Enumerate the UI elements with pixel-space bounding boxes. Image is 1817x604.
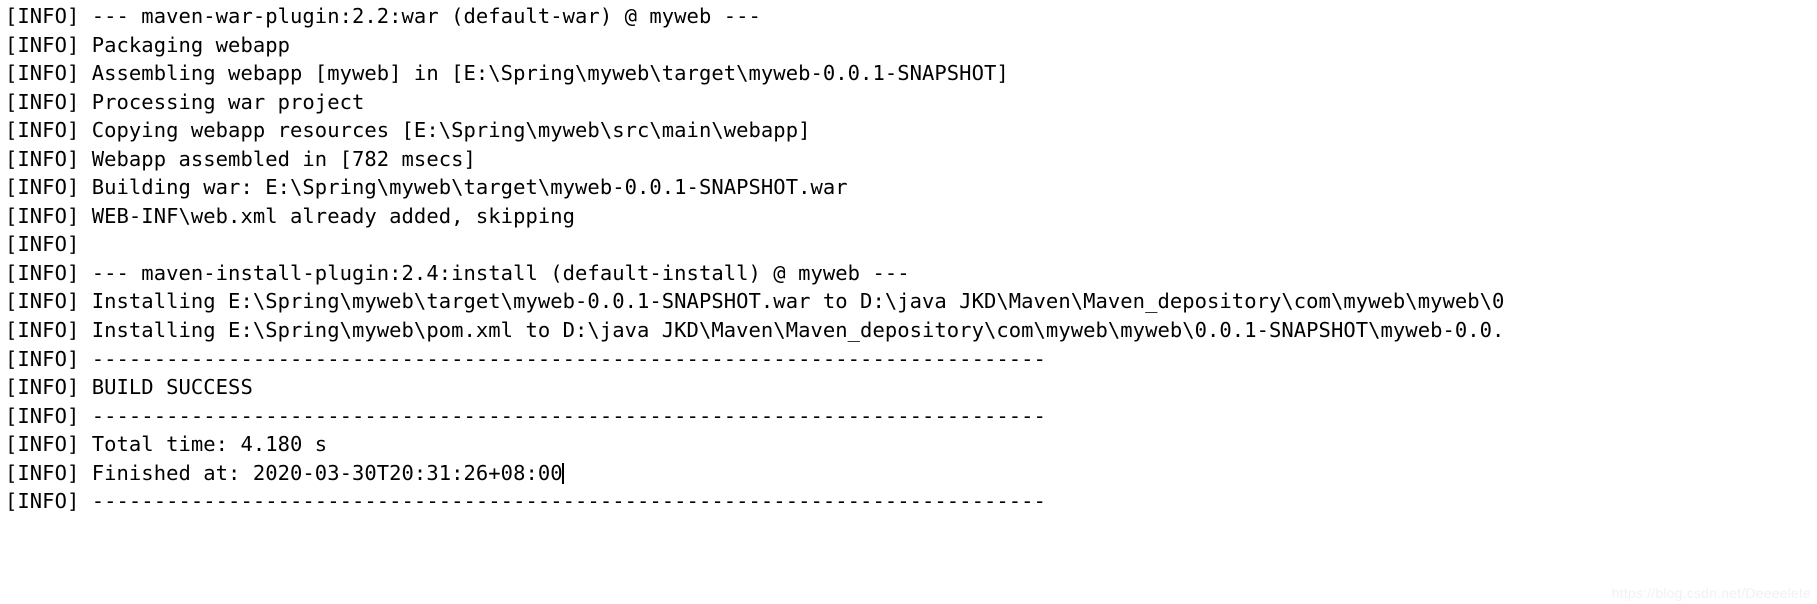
text-cursor-caret	[561, 462, 564, 484]
log-line: [INFO] --- maven-install-plugin:2.4:inst…	[5, 260, 910, 285]
log-line: [INFO] Copying webapp resources [E:\Spri…	[5, 118, 811, 143]
log-line: [INFO] WEB-INF\web.xml already added, sk…	[5, 203, 576, 228]
log-line: [INFO] ---------------------------------…	[5, 346, 1046, 371]
log-line: [INFO] ---------------------------------…	[5, 403, 1046, 428]
log-line: [INFO] Finished at: 2020-03-30T20:31:26+…	[0, 459, 1817, 488]
log-line-text: [INFO] Finished at: 2020-03-30T20:31:26+…	[5, 460, 563, 485]
log-line: [INFO]	[5, 232, 92, 257]
log-line: [INFO] Assembling webapp [myweb] in [E:\…	[5, 61, 1009, 86]
log-line: [INFO] Installing E:\Spring\myweb\target…	[5, 289, 1505, 314]
log-line: [INFO] Building war: E:\Spring\myweb\tar…	[5, 175, 848, 200]
log-line: [INFO] Packaging webapp	[5, 32, 291, 57]
watermark-text: https://blog.csdn.net/Deeeelete	[1611, 585, 1811, 601]
console-output-pane[interactable]: [INFO] --- maven-war-plugin:2.2:war (def…	[0, 0, 1817, 604]
log-line: [INFO] ---------------------------------…	[5, 489, 1046, 514]
log-line: [INFO] BUILD SUCCESS	[5, 375, 253, 400]
log-line: [INFO] Installing E:\Spring\myweb\pom.xm…	[5, 318, 1505, 343]
log-line: [INFO] Processing war project	[5, 89, 365, 114]
log-line: [INFO] Webapp assembled in [782 msecs]	[5, 146, 476, 171]
log-line: [INFO] --- maven-war-plugin:2.2:war (def…	[5, 4, 761, 28]
log-line: [INFO] Total time: 4.180 s	[5, 432, 328, 457]
